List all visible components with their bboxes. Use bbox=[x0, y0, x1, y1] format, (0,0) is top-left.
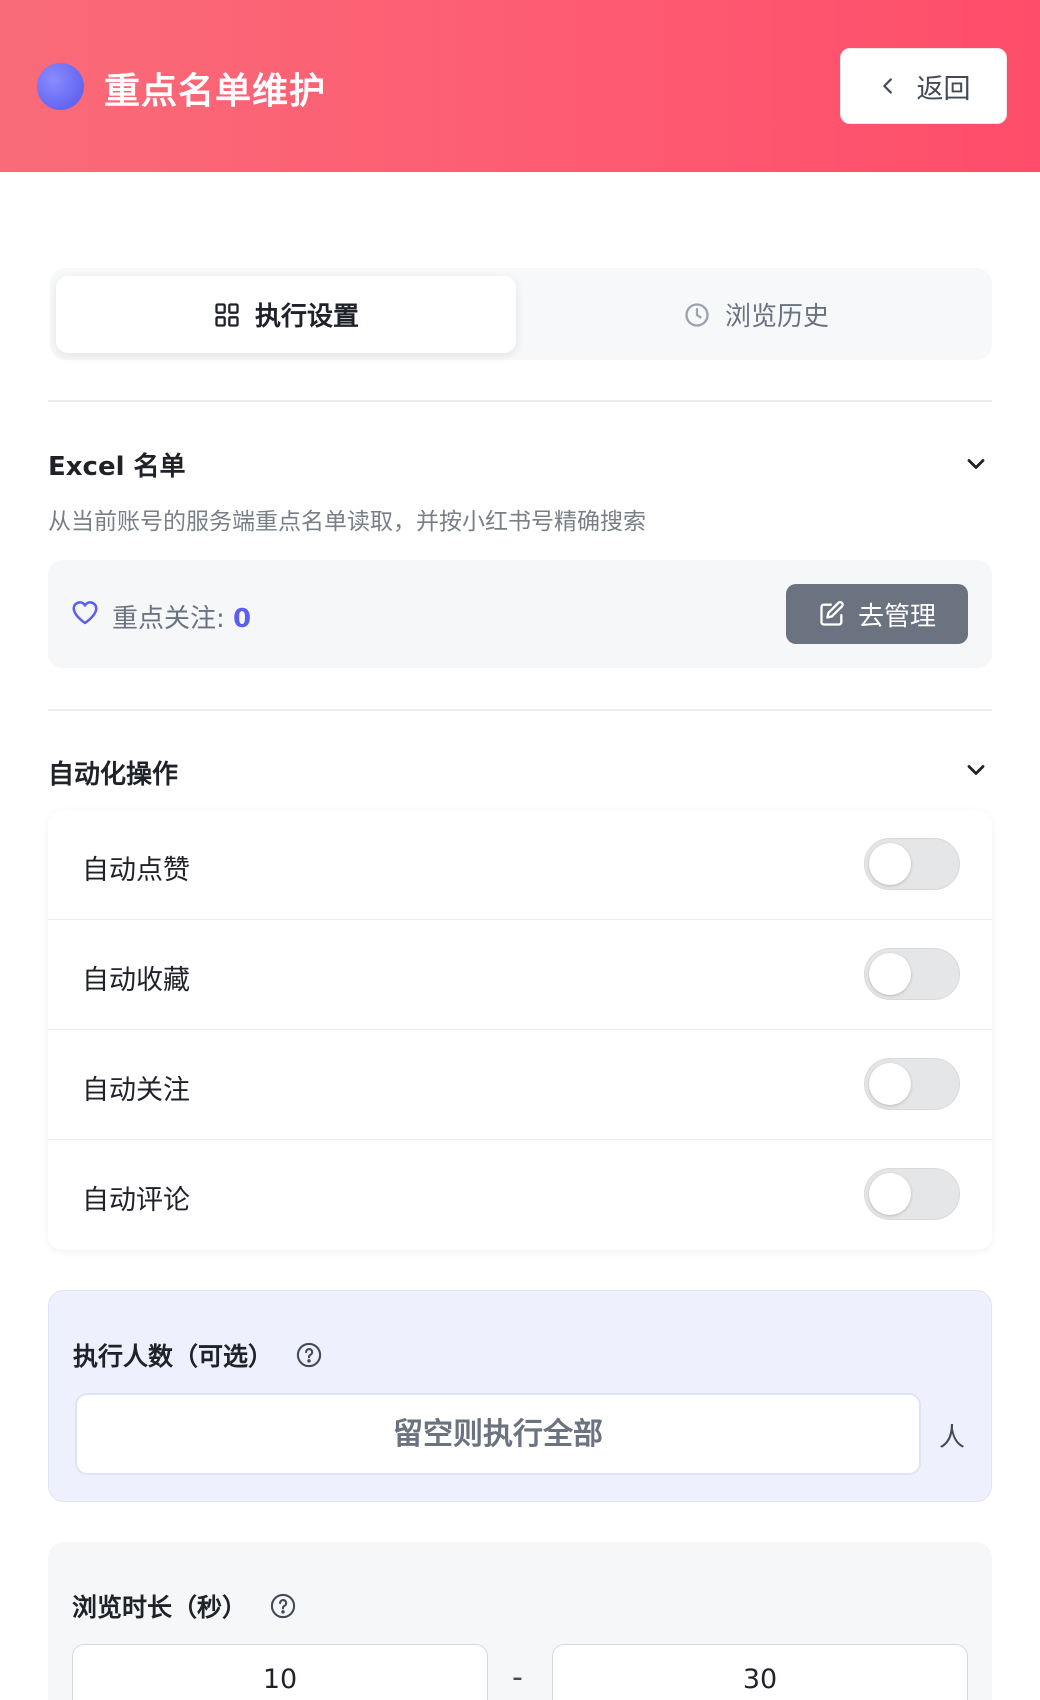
browse-duration-title-text: 浏览时长（秒） bbox=[72, 1593, 248, 1622]
excel-section-title: Excel 名单 bbox=[48, 452, 186, 482]
chevron-down-icon[interactable] bbox=[962, 450, 990, 478]
switch-knob bbox=[869, 1173, 911, 1215]
auto-like-switch[interactable] bbox=[864, 838, 960, 890]
divider bbox=[48, 400, 992, 402]
auto-comment-switch[interactable] bbox=[864, 1168, 960, 1220]
chevron-left-icon bbox=[882, 78, 892, 94]
manage-button[interactable]: 去管理 bbox=[786, 584, 968, 644]
tab-label: 执行设置 bbox=[254, 302, 359, 332]
status-dot-icon bbox=[37, 63, 84, 110]
toggle-row-auto-comment: 自动评论 bbox=[48, 1140, 992, 1250]
range-separator: - bbox=[512, 1660, 523, 1695]
app-header: 重点名单维护 返回 bbox=[0, 0, 1040, 172]
chevron-down-icon[interactable] bbox=[962, 756, 990, 784]
help-icon[interactable] bbox=[295, 1341, 323, 1369]
excel-section-description: 从当前账号的服务端重点名单读取，并按小红书号精确搜索 bbox=[48, 509, 646, 535]
tab-label: 浏览历史 bbox=[724, 302, 829, 332]
automation-toggle-list: 自动点赞 自动收藏 自动关注 自动评论 bbox=[48, 810, 992, 1250]
toggle-row-auto-follow: 自动关注 bbox=[48, 1030, 992, 1140]
focus-label-text: 重点关注: bbox=[112, 604, 234, 634]
help-icon[interactable] bbox=[269, 1592, 297, 1620]
exec-count-input[interactable] bbox=[75, 1393, 921, 1475]
toggle-label: 自动评论 bbox=[82, 1185, 190, 1216]
exec-count-unit: 人 bbox=[939, 1423, 966, 1453]
exec-count-title-text: 执行人数（可选） bbox=[73, 1342, 274, 1371]
divider bbox=[48, 709, 992, 711]
back-button[interactable]: 返回 bbox=[840, 48, 1007, 124]
toggle-row-auto-like: 自动点赞 bbox=[48, 810, 992, 920]
tab-exec-settings[interactable]: 执行设置 bbox=[56, 276, 516, 353]
focus-summary: 重点关注: 0 去管理 bbox=[48, 560, 992, 668]
edit-icon bbox=[820, 601, 844, 626]
grid-icon bbox=[215, 302, 239, 327]
switch-knob bbox=[869, 1063, 911, 1105]
exec-count-card: 执行人数（可选） 人 bbox=[48, 1290, 992, 1502]
duration-max-input[interactable] bbox=[552, 1644, 968, 1700]
toggle-label: 自动收藏 bbox=[82, 965, 190, 996]
automation-section-title: 自动化操作 bbox=[48, 760, 179, 790]
browse-duration-card: 浏览时长（秒） - bbox=[48, 1542, 992, 1700]
toggle-label: 自动点赞 bbox=[82, 855, 190, 886]
heart-icon bbox=[72, 601, 98, 625]
duration-min-input[interactable] bbox=[72, 1644, 488, 1700]
focus-label: 重点关注: 0 bbox=[112, 598, 251, 635]
auto-follow-switch[interactable] bbox=[864, 1058, 960, 1110]
toggle-row-auto-collect: 自动收藏 bbox=[48, 920, 992, 1030]
page-title: 重点名单维护 bbox=[104, 71, 327, 112]
tab-browse-history[interactable]: 浏览历史 bbox=[526, 276, 986, 353]
back-button-label: 返回 bbox=[916, 73, 971, 105]
exec-count-title: 执行人数（可选） bbox=[73, 1337, 323, 1373]
manage-button-label: 去管理 bbox=[857, 601, 936, 632]
auto-collect-switch[interactable] bbox=[864, 948, 960, 1000]
clock-icon bbox=[685, 302, 709, 327]
switch-knob bbox=[869, 843, 911, 885]
focus-count: 0 bbox=[233, 604, 252, 634]
switch-knob bbox=[869, 953, 911, 995]
toggle-label: 自动关注 bbox=[82, 1075, 190, 1106]
tab-bar: 执行设置 浏览历史 bbox=[50, 268, 992, 360]
browse-duration-title: 浏览时长（秒） bbox=[72, 1588, 297, 1624]
